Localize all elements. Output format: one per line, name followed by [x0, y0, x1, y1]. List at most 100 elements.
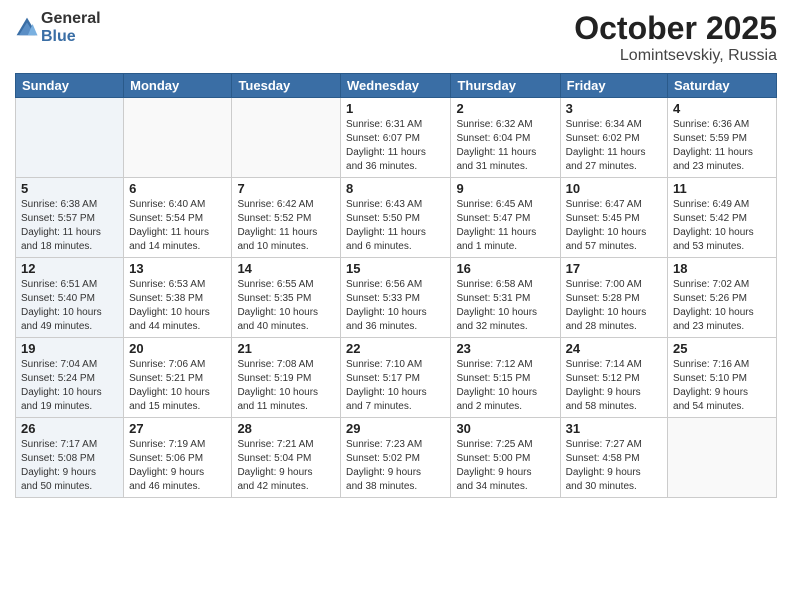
- calendar-day-cell: [124, 98, 232, 178]
- day-of-week-header: Wednesday: [341, 74, 451, 98]
- calendar-day-cell: 25 Sunrise: 7:16 AM Sunset: 5:10 PM Dayli…: [668, 338, 777, 418]
- day-info: Sunrise: 7:23 AM Sunset: 5:02 PM Dayligh…: [346, 438, 445, 494]
- day-of-week-header: Saturday: [668, 74, 777, 98]
- logo-general-text: General: [41, 10, 101, 28]
- day-of-week-header: Thursday: [451, 74, 560, 98]
- day-number: 8: [346, 181, 445, 196]
- calendar-day-cell: 31Sunrise: 7:27 AM Sunset: 4:58 PM Dayli…: [560, 418, 667, 498]
- calendar-day-cell: 16 Sunrise: 6:58 AM Sunset: 5:31 PM Dayli…: [451, 258, 560, 338]
- day-number: 19: [21, 341, 118, 356]
- day-number: 16: [456, 261, 554, 276]
- month-title: October 2025: [574, 10, 777, 47]
- day-info: Sunrise: 7:12 AM Sunset: 5:15 PM Dayligh…: [456, 358, 554, 414]
- day-number: 20: [129, 341, 226, 356]
- day-info: Sunrise: 7:02 AM Sunset: 5:26 PM Dayligh…: [673, 278, 771, 334]
- day-number: 18: [673, 261, 771, 276]
- day-info: Sunrise: 7:25 AM Sunset: 5:00 PM Dayligh…: [456, 438, 554, 494]
- calendar-day-cell: 10Sunrise: 6:47 AM Sunset: 5:45 PM Dayli…: [560, 178, 667, 258]
- calendar-day-cell: 27Sunrise: 7:19 AM Sunset: 5:06 PM Dayli…: [124, 418, 232, 498]
- day-of-week-header: Friday: [560, 74, 667, 98]
- title-block: October 2025 Lomintsevskiy, Russia: [574, 10, 777, 65]
- calendar-day-cell: 13Sunrise: 6:53 AM Sunset: 5:38 PM Dayli…: [124, 258, 232, 338]
- calendar-week-row: 5Sunrise: 6:38 AM Sunset: 5:57 PM Daylig…: [16, 178, 777, 258]
- day-number: 21: [237, 341, 335, 356]
- day-info: Sunrise: 6:43 AM Sunset: 5:50 PM Dayligh…: [346, 198, 445, 254]
- day-info: Sunrise: 6:42 AM Sunset: 5:52 PM Dayligh…: [237, 198, 335, 254]
- day-of-week-header: Sunday: [16, 74, 124, 98]
- day-number: 26: [21, 421, 118, 436]
- calendar-day-cell: 29Sunrise: 7:23 AM Sunset: 5:02 PM Dayli…: [341, 418, 451, 498]
- calendar-day-cell: [232, 98, 341, 178]
- logo-icon: [15, 16, 39, 40]
- calendar-day-cell: 9 Sunrise: 6:45 AM Sunset: 5:47 PM Daylig…: [451, 178, 560, 258]
- calendar-day-cell: 12 Sunrise: 6:51 AM Sunset: 5:40 PM Dayli…: [16, 258, 124, 338]
- day-info: Sunrise: 7:08 AM Sunset: 5:19 PM Dayligh…: [237, 358, 335, 414]
- day-info: Sunrise: 6:53 AM Sunset: 5:38 PM Dayligh…: [129, 278, 226, 334]
- day-info: Sunrise: 6:58 AM Sunset: 5:31 PM Dayligh…: [456, 278, 554, 334]
- calendar-day-cell: 14Sunrise: 6:55 AM Sunset: 5:35 PM Dayli…: [232, 258, 341, 338]
- calendar-day-cell: 19 Sunrise: 7:04 AM Sunset: 5:24 PM Dayli…: [16, 338, 124, 418]
- day-info: Sunrise: 7:04 AM Sunset: 5:24 PM Dayligh…: [21, 358, 118, 414]
- day-number: 12: [21, 261, 118, 276]
- logo: General Blue: [15, 10, 101, 45]
- logo-blue-text: Blue: [41, 28, 101, 46]
- day-info: Sunrise: 7:21 AM Sunset: 5:04 PM Dayligh…: [237, 438, 335, 494]
- calendar-day-cell: [668, 418, 777, 498]
- day-info: Sunrise: 6:36 AM Sunset: 5:59 PM Dayligh…: [673, 118, 771, 174]
- day-info: Sunrise: 7:00 AM Sunset: 5:28 PM Dayligh…: [566, 278, 662, 334]
- calendar-day-cell: 1 Sunrise: 6:31 AM Sunset: 6:07 PM Daylig…: [341, 98, 451, 178]
- day-info: Sunrise: 7:16 AM Sunset: 5:10 PM Dayligh…: [673, 358, 771, 414]
- day-number: 30: [456, 421, 554, 436]
- day-of-week-header: Tuesday: [232, 74, 341, 98]
- day-number: 2: [456, 101, 554, 116]
- day-number: 25: [673, 341, 771, 356]
- location: Lomintsevskiy, Russia: [574, 47, 777, 65]
- calendar-header-row: SundayMondayTuesdayWednesdayThursdayFrid…: [16, 74, 777, 98]
- day-info: Sunrise: 6:47 AM Sunset: 5:45 PM Dayligh…: [566, 198, 662, 254]
- calendar-day-cell: 7Sunrise: 6:42 AM Sunset: 5:52 PM Daylig…: [232, 178, 341, 258]
- day-info: Sunrise: 6:31 AM Sunset: 6:07 PM Dayligh…: [346, 118, 445, 174]
- calendar-day-cell: 23 Sunrise: 7:12 AM Sunset: 5:15 PM Dayli…: [451, 338, 560, 418]
- day-info: Sunrise: 6:40 AM Sunset: 5:54 PM Dayligh…: [129, 198, 226, 254]
- day-number: 27: [129, 421, 226, 436]
- calendar-day-cell: 5Sunrise: 6:38 AM Sunset: 5:57 PM Daylig…: [16, 178, 124, 258]
- calendar-week-row: 26Sunrise: 7:17 AM Sunset: 5:08 PM Dayli…: [16, 418, 777, 498]
- calendar-day-cell: 20Sunrise: 7:06 AM Sunset: 5:21 PM Dayli…: [124, 338, 232, 418]
- calendar-day-cell: 22 Sunrise: 7:10 AM Sunset: 5:17 PM Dayli…: [341, 338, 451, 418]
- day-info: Sunrise: 6:56 AM Sunset: 5:33 PM Dayligh…: [346, 278, 445, 334]
- logo-text: General Blue: [41, 10, 101, 45]
- calendar-day-cell: 11Sunrise: 6:49 AM Sunset: 5:42 PM Dayli…: [668, 178, 777, 258]
- day-number: 23: [456, 341, 554, 356]
- calendar-table: SundayMondayTuesdayWednesdayThursdayFrid…: [15, 73, 777, 498]
- day-info: Sunrise: 6:32 AM Sunset: 6:04 PM Dayligh…: [456, 118, 554, 174]
- day-number: 1: [346, 101, 445, 116]
- calendar-day-cell: 21 Sunrise: 7:08 AM Sunset: 5:19 PM Dayli…: [232, 338, 341, 418]
- calendar-day-cell: 24Sunrise: 7:14 AM Sunset: 5:12 PM Dayli…: [560, 338, 667, 418]
- day-info: Sunrise: 6:34 AM Sunset: 6:02 PM Dayligh…: [566, 118, 662, 174]
- calendar-day-cell: 8 Sunrise: 6:43 AM Sunset: 5:50 PM Daylig…: [341, 178, 451, 258]
- day-info: Sunrise: 6:51 AM Sunset: 5:40 PM Dayligh…: [21, 278, 118, 334]
- day-info: Sunrise: 7:10 AM Sunset: 5:17 PM Dayligh…: [346, 358, 445, 414]
- day-number: 24: [566, 341, 662, 356]
- day-info: Sunrise: 6:55 AM Sunset: 5:35 PM Dayligh…: [237, 278, 335, 334]
- calendar-week-row: 19 Sunrise: 7:04 AM Sunset: 5:24 PM Dayli…: [16, 338, 777, 418]
- day-of-week-header: Monday: [124, 74, 232, 98]
- calendar-week-row: 1 Sunrise: 6:31 AM Sunset: 6:07 PM Daylig…: [16, 98, 777, 178]
- calendar-day-cell: 17Sunrise: 7:00 AM Sunset: 5:28 PM Dayli…: [560, 258, 667, 338]
- calendar-day-cell: 28Sunrise: 7:21 AM Sunset: 5:04 PM Dayli…: [232, 418, 341, 498]
- calendar-day-cell: [16, 98, 124, 178]
- day-number: 22: [346, 341, 445, 356]
- day-info: Sunrise: 6:38 AM Sunset: 5:57 PM Dayligh…: [21, 198, 118, 254]
- day-info: Sunrise: 6:45 AM Sunset: 5:47 PM Dayligh…: [456, 198, 554, 254]
- calendar-day-cell: 26Sunrise: 7:17 AM Sunset: 5:08 PM Dayli…: [16, 418, 124, 498]
- day-info: Sunrise: 6:49 AM Sunset: 5:42 PM Dayligh…: [673, 198, 771, 254]
- calendar-week-row: 12 Sunrise: 6:51 AM Sunset: 5:40 PM Dayli…: [16, 258, 777, 338]
- calendar-day-cell: 3 Sunrise: 6:34 AM Sunset: 6:02 PM Daylig…: [560, 98, 667, 178]
- day-number: 4: [673, 101, 771, 116]
- calendar-container: General Blue October 2025 Lomintsevskiy,…: [0, 0, 792, 508]
- header: General Blue October 2025 Lomintsevskiy,…: [15, 10, 777, 65]
- day-number: 9: [456, 181, 554, 196]
- day-number: 15: [346, 261, 445, 276]
- calendar-day-cell: 18 Sunrise: 7:02 AM Sunset: 5:26 PM Dayli…: [668, 258, 777, 338]
- day-number: 3: [566, 101, 662, 116]
